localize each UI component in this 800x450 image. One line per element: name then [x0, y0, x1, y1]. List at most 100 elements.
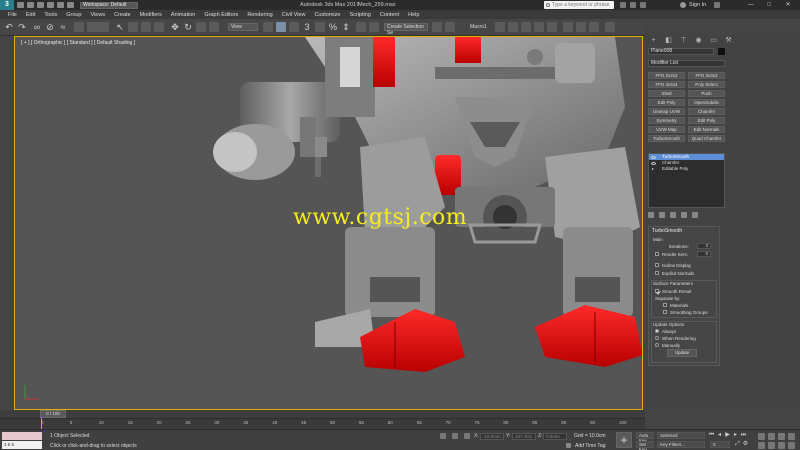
update-button[interactable]: Update	[667, 349, 697, 357]
menu-rendering[interactable]: Rendering	[247, 12, 272, 18]
viewport[interactable]: [ + ] [ Orthographic ] [ Standard ] [ De…	[14, 36, 643, 410]
move-icon[interactable]: ✥	[170, 22, 180, 32]
ribbon-icon[interactable]	[508, 22, 518, 32]
modifier-button[interactable]: Chamfer	[688, 108, 725, 115]
maximize-viewport-icon[interactable]	[788, 442, 795, 449]
explicit-normals-checkbox[interactable]	[655, 271, 659, 275]
eye-icon[interactable]	[651, 155, 656, 159]
stack-item-editable-poly[interactable]: ▸ Editable Poly	[649, 166, 724, 172]
set-keys-button[interactable]: +	[616, 432, 632, 448]
keyboard-shortcut-icon[interactable]	[289, 22, 299, 32]
percent-snap-icon[interactable]: %	[328, 22, 338, 32]
menu-help[interactable]: Help	[408, 12, 419, 18]
pivot-center-icon[interactable]	[263, 22, 273, 32]
named-selection-set-select[interactable]: Create Selection Se	[384, 23, 428, 36]
modifier-button[interactable]: Symmetry	[648, 117, 685, 124]
select-by-name-icon[interactable]	[128, 22, 138, 32]
binoculars-icon[interactable]	[620, 2, 626, 8]
modifier-button[interactable]: Push	[688, 90, 725, 97]
rotate-icon[interactable]: ↻	[183, 22, 193, 32]
menu-animation[interactable]: Animation	[171, 12, 195, 18]
menu-tools[interactable]: Tools	[44, 12, 57, 18]
edit-named-selection-icon[interactable]	[356, 22, 366, 32]
menu-modifiers[interactable]: Modifiers	[140, 12, 162, 18]
macro-label[interactable]: Macro1	[470, 24, 487, 30]
modifier-button[interactable]: Unwrap UVW	[648, 108, 685, 115]
mirror-icon[interactable]	[432, 22, 442, 32]
orbit-icon[interactable]	[778, 442, 785, 449]
key-filters-button[interactable]: Key Filters...	[657, 441, 705, 448]
go-to-end-icon[interactable]: ⏭	[740, 432, 747, 439]
undo-icon[interactable]	[47, 2, 54, 8]
time-slider[interactable]: 0 / 100	[0, 410, 645, 418]
set-key-button[interactable]: Set Key	[636, 441, 654, 450]
rendered-frame-window-icon[interactable]	[576, 22, 586, 32]
user-icon[interactable]	[680, 2, 686, 8]
window-crossing-icon[interactable]	[154, 22, 164, 32]
time-tag-icon[interactable]	[566, 443, 571, 448]
render-iters-checkbox[interactable]	[655, 252, 659, 256]
scale-icon[interactable]	[196, 22, 206, 32]
zoom-icon[interactable]	[758, 433, 765, 440]
material-editor-icon[interactable]	[547, 22, 557, 32]
render-production-icon[interactable]	[589, 22, 599, 32]
maximize-button[interactable]: □	[762, 0, 776, 10]
menu-create[interactable]: Create	[114, 12, 131, 18]
render-iters-spinner[interactable]: 0	[697, 251, 711, 257]
curve-editor-icon[interactable]	[521, 22, 531, 32]
menu-edit[interactable]: Edit	[26, 12, 35, 18]
named-selection-icon[interactable]	[369, 22, 379, 32]
maxscript-listener-output[interactable]	[2, 432, 42, 440]
select-manipulate-icon[interactable]	[276, 22, 286, 32]
make-unique-icon[interactable]	[670, 212, 676, 218]
save-file-icon[interactable]	[37, 2, 44, 8]
create-tab-icon[interactable]: +	[649, 37, 658, 44]
z-coordinate-field[interactable]: 0.0mm	[543, 433, 567, 440]
menu-customize[interactable]: Customize	[314, 12, 340, 18]
zoom-all-icon[interactable]	[768, 433, 775, 440]
remove-modifier-icon[interactable]	[681, 212, 687, 218]
x-coordinate-field[interactable]: -16.0mm	[480, 433, 504, 440]
menu-content[interactable]: Content	[380, 12, 399, 18]
manually-radio[interactable]	[655, 343, 659, 347]
smooth-result-checkbox[interactable]	[655, 289, 659, 293]
modifier-button[interactable]: Poly Select	[688, 81, 725, 88]
render-setup-icon[interactable]	[563, 22, 573, 32]
maxscript-mini-listener[interactable]: 3 5 5	[2, 441, 42, 449]
next-frame-icon[interactable]: ▸	[732, 432, 739, 439]
always-radio[interactable]	[655, 329, 659, 333]
align-icon[interactable]	[445, 22, 455, 32]
menu-views[interactable]: Views	[91, 12, 106, 18]
previous-frame-icon[interactable]: ◂	[716, 432, 723, 439]
angle-snap-icon[interactable]	[315, 22, 325, 32]
modifier-button[interactable]: FFD 2x2x2	[648, 72, 685, 79]
subscription-icon[interactable]	[640, 2, 646, 8]
unlink-icon[interactable]: ⊘	[45, 22, 55, 32]
menu-group[interactable]: Group	[66, 12, 81, 18]
link-icon[interactable]: ∞	[32, 22, 42, 32]
modifier-button[interactable]: Edit Poly	[688, 117, 725, 124]
eye-icon[interactable]	[651, 161, 656, 165]
object-name-field[interactable]: Plane008	[648, 48, 714, 55]
time-slider-thumb[interactable]: 0 / 100	[40, 410, 66, 418]
modifier-button[interactable]: FFD 3x3x3	[688, 72, 725, 79]
selection-lock-icon[interactable]	[452, 433, 458, 439]
spinner-snap-icon[interactable]: ⇕	[341, 22, 351, 32]
help-icon[interactable]	[714, 2, 720, 8]
zoom-extents-all-icon[interactable]	[788, 433, 795, 440]
menu-scripting[interactable]: Scripting	[349, 12, 370, 18]
expand-arrow-icon[interactable]: ▸	[652, 166, 654, 172]
minimize-button[interactable]: —	[744, 0, 758, 10]
workspace-select[interactable]: Workspace: Default	[80, 1, 138, 9]
key-mode-select[interactable]: Selected	[657, 432, 705, 439]
selection-filter-dropdown[interactable]	[87, 22, 109, 32]
iterations-spinner[interactable]: 3	[697, 243, 711, 249]
schematic-view-icon[interactable]	[534, 22, 544, 32]
modifier-button[interactable]: Edit Poly	[648, 99, 685, 106]
render-in-cloud-icon[interactable]	[605, 22, 615, 32]
modifier-button[interactable]: Shell	[648, 90, 685, 97]
smoothing-groups-checkbox[interactable]	[663, 310, 667, 314]
menu-file[interactable]: File	[8, 12, 17, 18]
viewport-label[interactable]: [ + ] [ Orthographic ] [ Standard ] [ De…	[21, 40, 135, 46]
redo-icon[interactable]	[57, 2, 64, 8]
